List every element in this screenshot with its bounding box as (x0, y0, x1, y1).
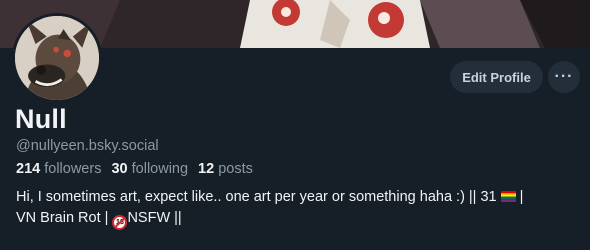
followers-count: 214 (16, 161, 41, 177)
hyena-avatar-icon (15, 16, 99, 100)
followers-label: followers (44, 161, 102, 177)
rainbow-flag-icon (500, 191, 516, 202)
avatar[interactable] (12, 13, 102, 103)
profile-bio: Hi, I sometimes art, expect like.. one a… (16, 187, 581, 230)
more-dots-icon: ··· (554, 68, 574, 85)
following-stat[interactable]: 30 following (111, 161, 188, 177)
bio-text-3: VN Brain Rot | (16, 210, 113, 226)
display-name: Null (15, 104, 67, 134)
bio-text-4: NSFW || (127, 210, 182, 226)
more-options-button[interactable]: ··· (548, 61, 580, 93)
posts-label: posts (218, 161, 253, 177)
profile-handle: @nullyeen.bsky.social (16, 138, 159, 154)
bio-text-1: Hi, I sometimes art, expect like.. one a… (16, 189, 501, 205)
followers-stat[interactable]: 214 followers (16, 161, 101, 177)
profile-stats: 214 followers 30 following 12 posts (16, 161, 253, 177)
posts-count: 12 (198, 161, 215, 177)
following-count: 30 (111, 161, 128, 177)
bio-text-2: | (515, 189, 524, 205)
edit-profile-button[interactable]: Edit Profile (450, 61, 543, 93)
following-label: following (131, 161, 189, 177)
no-18-icon: 18 (112, 215, 128, 230)
posts-stat: 12 posts (198, 161, 253, 177)
